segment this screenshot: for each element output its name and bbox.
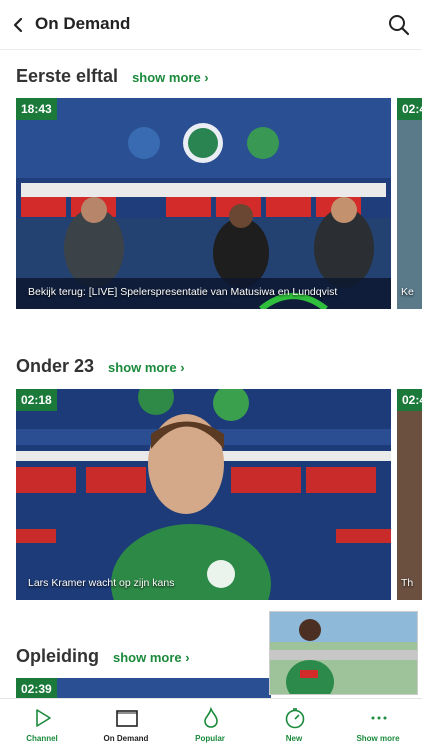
- tab-label: Show more: [356, 734, 400, 743]
- duration-badge: 02:18: [16, 389, 57, 411]
- tab-show-more[interactable]: Show more: [336, 699, 420, 751]
- play-icon: [36, 709, 51, 727]
- mini-player-thumbnail: [270, 612, 417, 694]
- tab-channel[interactable]: Channel: [0, 699, 84, 751]
- tab-label: Channel: [26, 734, 58, 743]
- video-thumbnail: [16, 389, 391, 600]
- duration-badge: 02:39: [16, 678, 57, 698]
- bottom-tab-bar: Channel On Demand Popular New Show more: [0, 698, 422, 750]
- video-card[interactable]: 18:43 Bekijk terug: [LIVE] Spelerspresen…: [16, 98, 391, 309]
- duration-badge: 02:4: [397, 98, 422, 120]
- show-more-link[interactable]: show more ›: [108, 360, 185, 375]
- search-icon[interactable]: [388, 14, 410, 36]
- stopwatch-icon: [285, 708, 305, 729]
- section-title: Opleiding: [16, 646, 99, 666]
- tab-new[interactable]: New: [252, 699, 336, 751]
- section-title: Onder 23: [16, 356, 95, 376]
- video-caption: Lars Kramer wacht op zijn kans: [28, 577, 175, 589]
- dots-icon: [371, 716, 387, 720]
- video-thumbnail: [16, 98, 391, 309]
- flame-icon: [204, 707, 218, 728]
- tv-icon: [116, 710, 138, 727]
- section-title: Eerste elftal: [16, 66, 119, 86]
- video-caption: Bekijk terug: [LIVE] Spelerspresentatie …: [28, 286, 338, 298]
- video-card[interactable]: 02:18 Lars Kramer wacht op zijn kans: [16, 389, 391, 600]
- video-card[interactable]: 02:4 Ke: [397, 98, 422, 309]
- video-card[interactable]: 02:4 Th: [397, 389, 422, 600]
- video-caption: Ke: [401, 286, 414, 298]
- show-more-link[interactable]: show more ›: [132, 70, 209, 85]
- page-title: On Demand: [35, 14, 131, 33]
- video-card[interactable]: 02:39: [16, 678, 271, 698]
- top-bar: On Demand: [0, 0, 422, 50]
- section-header-opleiding: Opleiding show more ›: [16, 646, 190, 667]
- tab-label: New: [285, 734, 303, 743]
- show-more-link[interactable]: show more ›: [113, 650, 190, 665]
- duration-badge: 02:4: [397, 389, 422, 411]
- tab-label: On Demand: [103, 734, 149, 743]
- tab-popular[interactable]: Popular: [168, 699, 252, 751]
- back-icon[interactable]: [10, 14, 30, 36]
- mini-player[interactable]: [269, 611, 418, 695]
- video-caption: Th: [401, 577, 414, 589]
- tab-on-demand[interactable]: On Demand: [84, 699, 168, 751]
- tab-label: Popular: [195, 734, 225, 743]
- section-header-onder-23: Onder 23 show more ›: [16, 356, 185, 377]
- duration-badge: 18:43: [16, 98, 57, 120]
- section-header-eerste-elftal: Eerste elftal show more ›: [16, 66, 209, 87]
